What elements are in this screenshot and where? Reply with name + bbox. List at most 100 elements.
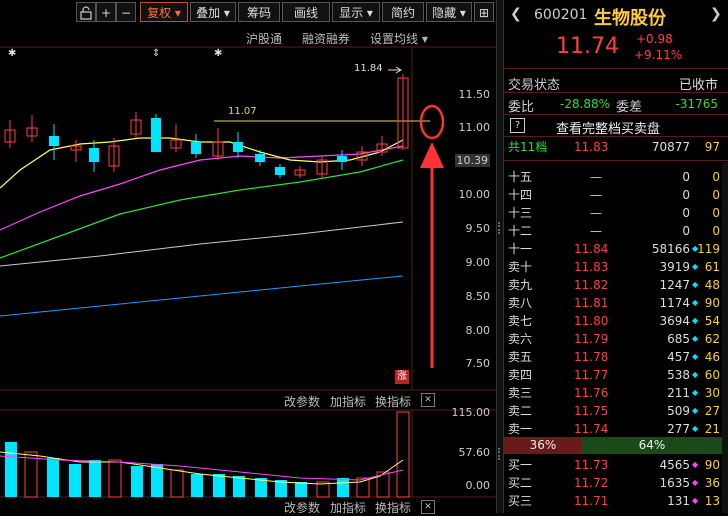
close-icon[interactable]: ✕ <box>421 393 435 407</box>
marker-arrows: ⇕ <box>152 48 161 59</box>
ask-volume: 457 <box>667 350 690 364</box>
ask-row[interactable]: 卖六 11.79 685 ◆ 62 <box>504 330 728 348</box>
bid-row[interactable]: 买二 11.72 1635 ◆ 36 <box>504 474 728 492</box>
ask-row[interactable]: 十一 11.84 58166 ◆ 119 <box>504 240 728 258</box>
ma20-line <box>0 159 404 259</box>
volume-tick: 115.00 <box>451 406 491 419</box>
price-tick: 7.50 <box>465 357 491 370</box>
ask-row[interactable]: 卖十 11.83 3919 ◆ 61 <box>504 258 728 276</box>
candles <box>4 74 409 178</box>
ask-count: 0 <box>712 170 720 184</box>
ask-level: 卖三 <box>508 386 533 400</box>
ask-level: 十五 <box>508 170 533 184</box>
switch-indicator-button-2[interactable]: 换指标 <box>375 499 411 516</box>
params-button-2[interactable]: 改参数 <box>284 499 320 516</box>
ask-count: 21 <box>704 422 720 436</box>
ask-count: 90 <box>704 296 720 310</box>
ask-count: 0 <box>712 188 720 202</box>
ask-row[interactable]: 卖一 11.74 277 ◆ 21 <box>504 420 728 438</box>
bid-count: 36 <box>704 476 720 490</box>
bid-price: 11.71 <box>574 494 609 508</box>
ask-row[interactable]: 卖四 11.77 538 ◆ 60 <box>504 366 728 384</box>
total-row: 共11档 11.83 70877 97 <box>504 138 728 156</box>
bid-level: 买三 <box>508 494 533 508</box>
ask-count: 30 <box>704 386 720 400</box>
price-tick: 11.50 <box>458 88 491 101</box>
ask-count: 62 <box>704 332 720 346</box>
bid-price: 11.73 <box>574 458 609 472</box>
price-tick: 10.00 <box>458 188 491 201</box>
ask-volume: 277 <box>667 422 690 436</box>
ask-row[interactable]: 卖五 11.78 457 ◆ 46 <box>504 348 728 366</box>
ask-count: 48 <box>704 278 720 292</box>
volume-tick: 57.60 <box>458 446 491 459</box>
ask-row[interactable]: 十五 —0 0 <box>504 168 728 186</box>
ask-row[interactable]: 卖七 11.80 3694 ◆ 54 <box>504 312 728 330</box>
price-tick: 8.50 <box>465 290 491 303</box>
volume-tick: 0.00 <box>465 479 491 492</box>
ratio-buy-bar: 64% <box>582 437 722 454</box>
ask-level: 卖四 <box>508 368 533 382</box>
ask-row[interactable]: 卖八 11.81 1174 ◆ 90 <box>504 294 728 312</box>
high-label: 11.84 <box>354 63 383 74</box>
candle <box>151 118 161 152</box>
bid-volume: 1635 <box>659 476 690 490</box>
full-book-link[interactable]: 查看完整档买卖盘 <box>556 118 660 137</box>
bid-volume: 4565 <box>659 458 690 472</box>
ask-row[interactable]: 卖三 11.76 211 ◆ 30 <box>504 384 728 402</box>
ask-row[interactable]: 卖九 11.82 1247 ◆ 48 <box>504 276 728 294</box>
candle <box>275 167 285 175</box>
total-price: 11.83 <box>574 140 609 154</box>
ask-price: 11.77 <box>574 368 609 382</box>
current-price: 11.74 <box>556 34 619 59</box>
annotation-arrow-head <box>420 142 444 168</box>
ask-row[interactable]: 十三 —0 0 <box>504 204 728 222</box>
panel-splitter[interactable] <box>496 0 504 513</box>
ask-volume: 58166 <box>651 242 690 256</box>
limit-up-badge: 涨 <box>395 370 409 384</box>
switch-indicator-button[interactable]: 换指标 <box>375 393 411 410</box>
ask-row[interactable]: 十四 —0 0 <box>504 186 728 204</box>
bid-row[interactable]: 买一 11.73 4565 ◆ 90 <box>504 456 728 474</box>
quote-scrollbar[interactable] <box>722 162 728 513</box>
total-label: 共11档 <box>508 140 548 154</box>
quote-panel: ❮ 600201 生物股份 ❯ 11.74 +0.98 +9.11% 交易状态 … <box>504 0 728 513</box>
ask-volume: 211 <box>667 386 690 400</box>
candle <box>89 148 99 162</box>
params-button[interactable]: 改参数 <box>284 393 320 410</box>
candle <box>255 154 265 162</box>
forward-icon[interactable]: ❯ <box>710 6 722 22</box>
help-icon[interactable]: ? <box>510 118 525 133</box>
ask-row[interactable]: 十二 —0 0 <box>504 222 728 240</box>
current-price-tick: 10.39 <box>454 154 490 167</box>
add-indicator-button-2[interactable]: 加指标 <box>330 499 366 516</box>
total-vol: 70877 <box>651 140 690 154</box>
back-icon[interactable]: ❮ <box>510 6 522 22</box>
ask-volume: 0 <box>682 206 690 220</box>
add-indicator-button[interactable]: 加指标 <box>330 393 366 410</box>
ask-count: 61 <box>704 260 720 274</box>
ask-count: 0 <box>712 206 720 220</box>
ask-volume: 1247 <box>659 278 690 292</box>
ask-price: 11.84 <box>574 242 609 256</box>
ask-row[interactable]: 卖二 11.75 509 ◆ 27 <box>504 402 728 420</box>
ask-price: 11.74 <box>574 422 609 436</box>
bid-volume: 131 <box>667 494 690 508</box>
ma60-line <box>0 221 404 267</box>
ask-volume: 0 <box>682 188 690 202</box>
ma5-line <box>0 137 404 189</box>
status-value: 已收市 <box>678 78 718 93</box>
ask-level: 十一 <box>508 242 533 256</box>
ask-level: 卖七 <box>508 314 533 328</box>
bid-row[interactable]: 买三 11.71 131 ◆ 13 <box>504 492 728 510</box>
chart-area[interactable]: + − 复权 ▾ 叠加 ▾ 筹码 画线 显示 ▾ 简约 隐藏 ▾ ⊞ 沪股通 融… <box>0 0 496 516</box>
ask-volume: 538 <box>667 368 690 382</box>
ask-price: 11.78 <box>574 350 609 364</box>
ask-count: 60 <box>704 368 720 382</box>
candle <box>191 142 201 154</box>
ask-volume: 1174 <box>659 296 690 310</box>
highlight-circle <box>419 104 445 140</box>
price-tick: 8.00 <box>465 324 491 337</box>
ask-price: 11.80 <box>574 314 609 328</box>
close-icon-2[interactable]: ✕ <box>421 500 435 514</box>
